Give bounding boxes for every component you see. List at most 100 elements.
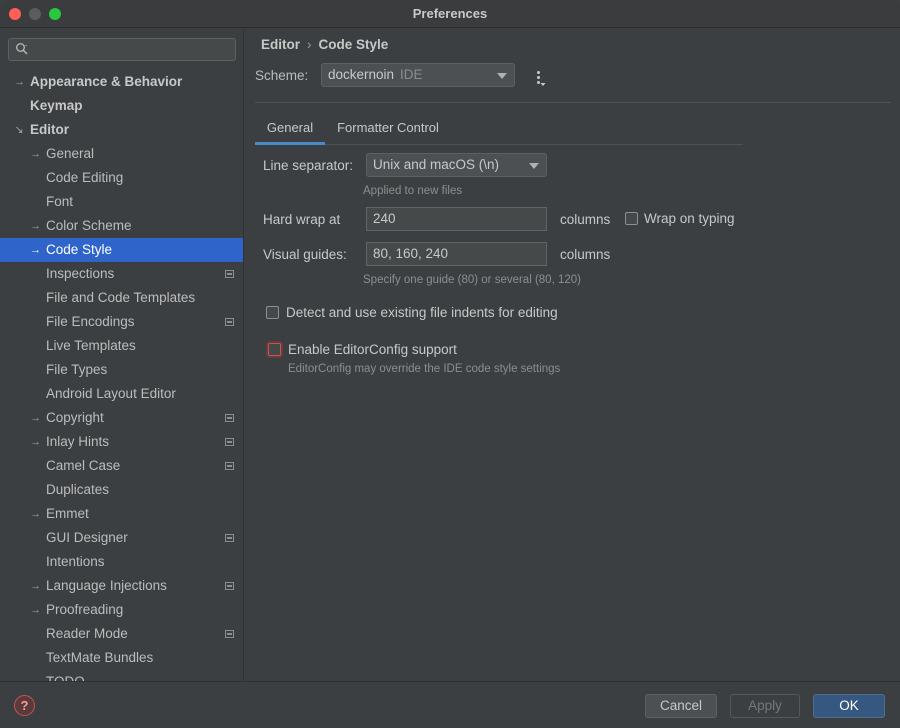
title-bar: Preferences: [0, 0, 900, 28]
sidebar-item-label: Live Templates: [46, 338, 136, 353]
project-scope-icon: [225, 318, 234, 326]
sidebar-item-gui-designer[interactable]: GUI Designer: [0, 526, 243, 550]
collapsed-arrow-icon[interactable]: →: [30, 430, 41, 454]
collapsed-arrow-icon[interactable]: →: [14, 70, 25, 94]
detect-indents-checkbox[interactable]: [266, 306, 279, 319]
help-icon[interactable]: ?: [14, 695, 35, 716]
settings-search-input[interactable]: [8, 38, 236, 61]
settings-tree: → Appearance & Behavior Keymap ↘ Editor → Gene…: [0, 70, 243, 681]
sidebar-item-color-scheme[interactable]: → Color Scheme: [0, 214, 243, 238]
sidebar-item-label: Code Editing: [46, 170, 124, 185]
sidebar-item-file-types[interactable]: File Types: [0, 358, 243, 382]
sidebar-item-copyright[interactable]: → Copyright: [0, 406, 243, 430]
sidebar-item-label: Appearance & Behavior: [30, 74, 183, 89]
scheme-ide-tag: IDE: [400, 67, 423, 82]
sidebar-item-file-and-code-templates[interactable]: File and Code Templates: [0, 286, 243, 310]
sidebar-item-label: Language Injections: [46, 578, 167, 593]
sidebar-item-label: Proofreading: [46, 602, 124, 617]
editorconfig-label: Enable EditorConfig support: [288, 342, 457, 357]
visual-guides-label: Visual guides:: [263, 247, 347, 262]
sidebar-item-label: File Types: [46, 362, 108, 377]
window-title: Preferences: [412, 6, 488, 21]
visual-guides-unit: columns: [560, 247, 611, 262]
sidebar-item-general[interactable]: → General: [0, 142, 243, 166]
breadcrumb-current: Code Style: [318, 37, 389, 52]
breadcrumb-parent[interactable]: Editor: [261, 37, 300, 52]
line-separator-select[interactable]: Unix and macOS (\n): [366, 153, 547, 177]
sidebar-item-todo[interactable]: TODO: [0, 670, 243, 681]
project-scope-icon: [225, 534, 234, 542]
sidebar-item-inlay-hints[interactable]: → Inlay Hints: [0, 430, 243, 454]
chevron-down-icon: [529, 163, 539, 169]
sidebar-item-font[interactable]: Font: [0, 190, 243, 214]
collapsed-arrow-icon[interactable]: →: [30, 238, 41, 262]
sidebar-item-proofreading[interactable]: → Proofreading: [0, 598, 243, 622]
sidebar-item-emmet[interactable]: → Emmet: [0, 502, 243, 526]
tab-formatter-control[interactable]: Formatter Control: [333, 113, 443, 145]
sidebar-item-language-injections[interactable]: → Language Injections: [0, 574, 243, 598]
editorconfig-checkbox[interactable]: [268, 343, 281, 356]
breadcrumb: Editor › Code Style: [261, 37, 388, 52]
sidebar-item-intentions[interactable]: Intentions: [0, 550, 243, 574]
hard-wrap-unit: columns: [560, 212, 611, 227]
settings-sidebar: → Appearance & Behavior Keymap ↘ Editor → Gene…: [0, 29, 244, 681]
sidebar-item-camel-case[interactable]: Camel Case: [0, 454, 243, 478]
sidebar-item-editor[interactable]: ↘ Editor: [0, 118, 243, 142]
visual-guides-input[interactable]: 80, 160, 240: [366, 242, 547, 266]
sidebar-item-duplicates[interactable]: Duplicates: [0, 478, 243, 502]
apply-button[interactable]: Apply: [730, 694, 800, 718]
sidebar-item-textmate-bundles[interactable]: TextMate Bundles: [0, 646, 243, 670]
wrap-on-typing-checkbox[interactable]: [625, 212, 638, 225]
scheme-value: dockernoin: [328, 67, 395, 82]
sidebar-item-label: Duplicates: [46, 482, 110, 497]
line-separator-label: Line separator:: [263, 158, 354, 173]
sidebar-item-keymap[interactable]: Keymap: [0, 94, 243, 118]
sidebar-item-label: Font: [46, 194, 74, 209]
hard-wrap-input[interactable]: 240: [366, 207, 547, 231]
project-scope-icon: [225, 630, 234, 638]
tab-general[interactable]: General: [255, 113, 325, 145]
sidebar-item-inspections[interactable]: Inspections: [0, 262, 243, 286]
breadcrumb-separator: ›: [307, 37, 312, 52]
collapsed-arrow-icon[interactable]: →: [30, 214, 41, 238]
collapsed-arrow-icon[interactable]: →: [30, 598, 41, 622]
wrap-on-typing-label: Wrap on typing: [644, 211, 735, 226]
project-scope-icon: [225, 414, 234, 422]
collapsed-arrow-icon[interactable]: →: [30, 406, 41, 430]
code-style-panel: Editor › Code Style Scheme: dockernoin IDE …: [245, 29, 900, 681]
project-scope-icon: [225, 438, 234, 446]
sidebar-item-live-templates[interactable]: Live Templates: [0, 334, 243, 358]
expanded-arrow-icon[interactable]: ↘: [14, 118, 24, 142]
sidebar-item-label: Color Scheme: [46, 218, 132, 233]
collapsed-arrow-icon[interactable]: →: [30, 502, 41, 526]
visual-guides-hint: Specify one guide (80) or several (80, 1…: [363, 274, 581, 286]
search-icon: [16, 43, 28, 55]
sidebar-item-label: GUI Designer: [46, 530, 128, 545]
sidebar-item-code-style[interactable]: → Code Style: [0, 238, 243, 262]
scheme-select[interactable]: dockernoin IDE: [321, 63, 515, 87]
sidebar-item-code-editing[interactable]: Code Editing: [0, 166, 243, 190]
tab-bar: General Formatter Control: [255, 113, 743, 145]
sidebar-item-appearance-behavior[interactable]: → Appearance & Behavior: [0, 70, 243, 94]
ok-button[interactable]: OK: [813, 694, 885, 718]
sidebar-item-label: Copyright: [46, 410, 104, 425]
project-scope-icon: [225, 270, 234, 278]
collapsed-arrow-icon[interactable]: →: [30, 142, 41, 166]
sidebar-item-reader-mode[interactable]: Reader Mode: [0, 622, 243, 646]
editorconfig-hint: EditorConfig may override the IDE code s…: [288, 363, 561, 375]
divider: [255, 102, 891, 103]
scheme-label: Scheme:: [255, 68, 309, 83]
collapsed-arrow-icon[interactable]: →: [30, 574, 41, 598]
cancel-button[interactable]: Cancel: [645, 694, 717, 718]
detect-indents-label: Detect and use existing file indents for…: [286, 305, 558, 320]
sidebar-item-android-layout-editor[interactable]: Android Layout Editor: [0, 382, 243, 406]
sidebar-item-file-encodings[interactable]: File Encodings: [0, 310, 243, 334]
scheme-actions-menu-icon[interactable]: [532, 69, 546, 89]
sidebar-item-label: Inlay Hints: [46, 434, 110, 449]
line-separator-hint: Applied to new files: [363, 185, 463, 197]
sidebar-item-label: TODO: [46, 670, 85, 681]
sidebar-item-label: TextMate Bundles: [46, 650, 154, 665]
sidebar-item-label: General: [46, 146, 95, 161]
sidebar-item-label: Inspections: [46, 266, 115, 281]
sidebar-item-label: Emmet: [46, 506, 89, 521]
